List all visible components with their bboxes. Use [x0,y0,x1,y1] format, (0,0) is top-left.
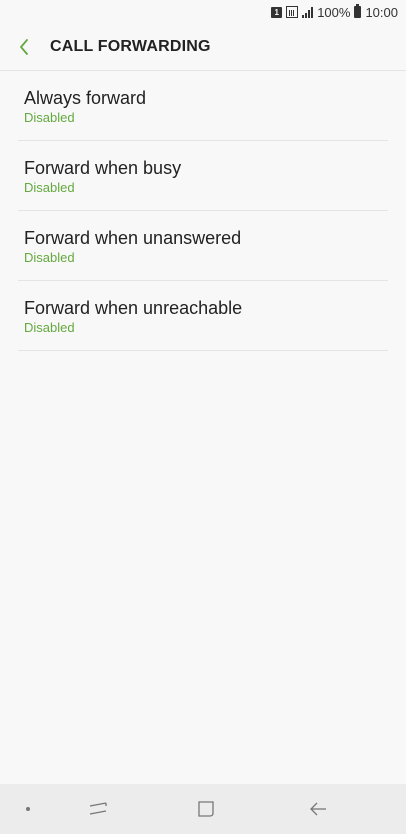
home-icon [198,801,214,817]
home-button[interactable] [186,784,226,834]
forwarding-options-list: Always forward Disabled Forward when bus… [18,71,388,351]
chevron-left-icon [20,39,28,55]
option-title: Forward when busy [24,158,182,178]
data-network-icon [286,6,299,18]
dot-icon [26,807,30,811]
option-title: Forward when unreachable [24,298,243,318]
option-status: Disabled [24,110,75,125]
clock: 10:00 [365,4,398,20]
back-button[interactable] [0,24,48,71]
back-nav-button[interactable] [298,784,338,834]
option-title: Always forward [24,88,147,108]
option-forward-when-busy[interactable]: Forward when busy Disabled [18,141,388,211]
navigation-bar [0,784,406,834]
option-status: Disabled [24,320,75,335]
nav-dot-button[interactable] [16,784,40,834]
page-title: CALL FORWARDING [50,38,211,55]
option-always-forward[interactable]: Always forward Disabled [18,71,388,141]
recents-button[interactable] [78,784,118,834]
back-arrow-icon [310,802,326,816]
option-forward-when-unreachable[interactable]: Forward when unreachable Disabled [18,281,388,351]
option-status: Disabled [24,250,75,265]
sim-card-icon: 1 [271,6,283,18]
app-header: CALL FORWARDING [0,24,406,71]
option-title: Forward when unanswered [24,228,242,248]
battery-icon [354,4,362,18]
battery-percent: 100% [317,4,351,20]
status-bar: 1 100% 10:00 [0,0,406,24]
signal-strength-icon [302,6,314,18]
option-status: Disabled [24,180,75,195]
recents-icon [89,802,107,815]
option-forward-when-unanswered[interactable]: Forward when unanswered Disabled [18,211,388,281]
